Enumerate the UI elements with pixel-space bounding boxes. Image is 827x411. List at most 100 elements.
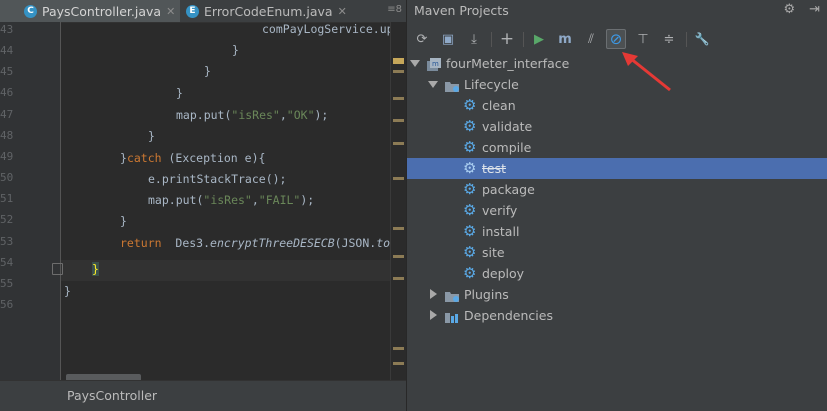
line-number: 48: [0, 129, 14, 142]
show-dependencies-icon[interactable]: ⊤: [633, 29, 653, 49]
line-number: 49: [0, 150, 14, 163]
maven-project-icon: m: [427, 57, 442, 72]
warning-marker[interactable]: [393, 177, 404, 180]
goal-label: compile: [482, 140, 532, 155]
code-line[interactable]: }: [64, 284, 71, 298]
line-number: 43: [0, 23, 14, 36]
settings-wrench-icon[interactable]: 🔧: [692, 29, 712, 49]
lifecycle-goal-package[interactable]: ⚙ package: [407, 179, 827, 200]
hide-panel-icon[interactable]: ⇥: [809, 2, 820, 17]
warning-marker[interactable]: [393, 255, 404, 258]
code-line[interactable]: e.printStackTrace();: [148, 172, 286, 186]
goal-label: install: [482, 224, 520, 239]
expand-arrow-icon[interactable]: [428, 81, 438, 88]
warning-marker[interactable]: [393, 70, 404, 73]
code-line[interactable]: return Des3.encryptThreeDESECB(JSON.toJ: [120, 236, 397, 250]
add-project-icon[interactable]: +: [497, 29, 517, 49]
line-number: 50: [0, 171, 14, 184]
tab-overflow-button[interactable]: ≡8: [387, 4, 402, 15]
svg-text:m: m: [432, 60, 439, 68]
refresh-icon[interactable]: ⟳: [412, 29, 432, 49]
gear-icon: ⚙: [463, 243, 477, 261]
goal-label: site: [482, 245, 505, 260]
matched-brace: }: [92, 262, 99, 276]
fold-marker-icon[interactable]: [52, 263, 63, 275]
editor-breadcrumb-bar: PaysController: [0, 380, 406, 411]
error-stripe[interactable]: [390, 22, 406, 380]
lifecycle-goal-compile[interactable]: ⚙ compile: [407, 137, 827, 158]
maven-toolbar: ⟳ ▣ ⤓ + ▶ m ⫽ ⊘ ⊤ ≑ 🔧: [407, 27, 827, 51]
gear-icon: ⚙: [463, 138, 477, 156]
code-editor[interactable]: C PaysController.java ✕ E ErrorCodeEnum.…: [0, 0, 406, 411]
code-line[interactable]: }: [92, 262, 99, 276]
toolbar-separator: [686, 32, 687, 47]
plugins-label: Plugins: [464, 287, 509, 302]
close-icon[interactable]: ✕: [338, 5, 347, 18]
collapsed-arrow-icon[interactable]: [430, 289, 437, 299]
lifecycle-goal-install[interactable]: ⚙ install: [407, 221, 827, 242]
lifecycle-goal-deploy[interactable]: ⚙ deploy: [407, 263, 827, 284]
warning-marker[interactable]: [393, 58, 404, 64]
line-number: 55: [0, 277, 14, 290]
plugins-folder-icon: [445, 288, 460, 303]
line-number: 52: [0, 213, 14, 226]
goal-label: verify: [482, 203, 518, 218]
execute-goal-icon[interactable]: m: [555, 29, 575, 49]
tree-node-plugins[interactable]: Plugins: [407, 284, 827, 305]
panel-title: Maven Projects: [414, 3, 509, 18]
collapsed-arrow-icon[interactable]: [430, 310, 437, 320]
line-number: 51: [0, 192, 14, 205]
line-number: 46: [0, 86, 14, 99]
tab-error-code-enum[interactable]: E ErrorCodeEnum.java ✕: [184, 0, 374, 22]
warning-marker[interactable]: [393, 362, 404, 365]
gear-icon: ⚙: [463, 180, 477, 198]
enum-icon: E: [186, 4, 199, 18]
lifecycle-goal-validate[interactable]: ⚙ validate: [407, 116, 827, 137]
close-icon[interactable]: ✕: [166, 5, 175, 18]
gear-icon: ⚙: [463, 117, 477, 135]
lifecycle-goal-clean[interactable]: ⚙ clean: [407, 95, 827, 116]
warning-marker[interactable]: [393, 142, 404, 145]
folder-icon: [445, 78, 460, 93]
reimport-folder-icon[interactable]: ▣: [438, 29, 458, 49]
goal-label: validate: [482, 119, 533, 134]
code-line[interactable]: }: [232, 43, 239, 57]
code-line[interactable]: }: [176, 86, 183, 100]
lifecycle-goal-test[interactable]: ⚙ test: [407, 158, 827, 179]
gear-icon: ⚙: [463, 264, 477, 282]
code-line[interactable]: map.put("isRes","OK");: [176, 108, 328, 122]
code-line[interactable]: }catch (Exception e){: [120, 151, 265, 165]
warning-marker[interactable]: [393, 97, 404, 100]
line-number-gutter: 43 44 45 46 47 48 49 50 51 52 53 54 55 5…: [0, 22, 61, 380]
code-line[interactable]: }: [204, 64, 211, 78]
warning-marker[interactable]: [393, 277, 404, 280]
code-line[interactable]: }: [120, 214, 127, 228]
code-line[interactable]: comPayLogService.up: [262, 22, 394, 36]
dependencies-icon: [445, 309, 460, 324]
warning-marker[interactable]: [393, 119, 404, 122]
code-line[interactable]: }: [148, 129, 155, 143]
line-number: 45: [0, 65, 14, 78]
warning-marker[interactable]: [393, 227, 404, 230]
download-sources-icon[interactable]: ⤓: [464, 29, 484, 49]
lifecycle-goal-verify[interactable]: ⚙ verify: [407, 200, 827, 221]
gear-icon[interactable]: ⚙: [783, 2, 795, 17]
toolbar-separator: [523, 32, 524, 47]
toggle-offline-icon[interactable]: ⫽: [581, 29, 601, 49]
collapse-all-icon[interactable]: ≑: [659, 29, 679, 49]
lifecycle-goal-site[interactable]: ⚙ site: [407, 242, 827, 263]
gear-icon: ⚙: [463, 159, 477, 177]
line-number: 44: [0, 44, 14, 57]
annotation-arrow: [622, 52, 671, 92]
run-icon[interactable]: ▶: [529, 29, 549, 49]
dependencies-label: Dependencies: [464, 308, 553, 323]
tab-pays-controller[interactable]: C PaysController.java ✕: [0, 0, 180, 22]
breadcrumb[interactable]: PaysController: [67, 388, 157, 403]
code-line[interactable]: map.put("isRes","FAIL");: [148, 193, 314, 207]
expand-arrow-icon[interactable]: [410, 60, 420, 67]
skip-tests-icon[interactable]: ⊘: [606, 29, 626, 49]
tree-node-dependencies[interactable]: Dependencies: [407, 305, 827, 326]
editor-tab-bar: C PaysController.java ✕ E ErrorCodeEnum.…: [0, 0, 406, 23]
tab-label: ErrorCodeEnum.java: [204, 3, 333, 19]
warning-marker[interactable]: [393, 347, 404, 350]
